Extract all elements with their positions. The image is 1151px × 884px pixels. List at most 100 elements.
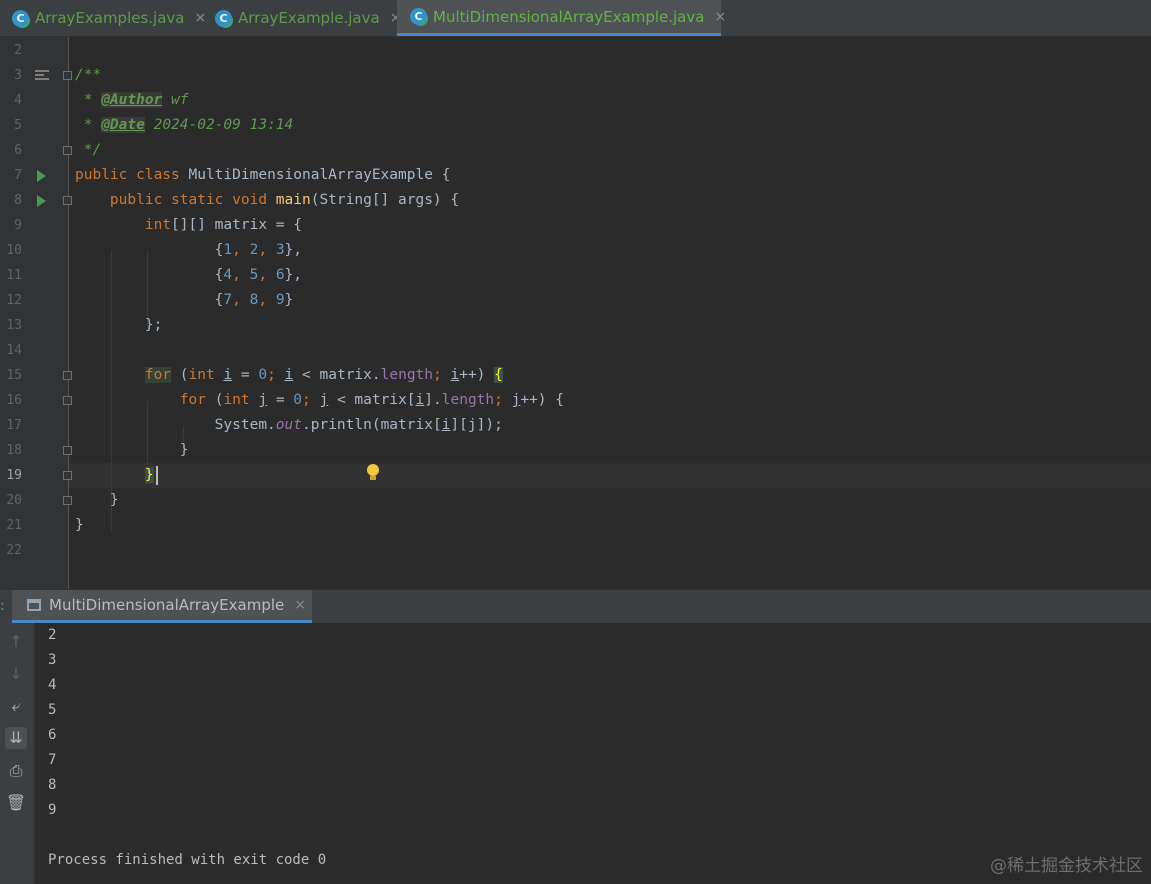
arrow-up-icon[interactable]: ↑ [5, 631, 27, 653]
line-number: 3 [14, 68, 22, 83]
keyword: public static void [75, 192, 268, 208]
run-tab[interactable]: MultiDimensionalArrayExample × [12, 590, 312, 623]
code-line-4: * @Author wf [75, 88, 189, 113]
code-line-5: * @Date 2024-02-09 13:14 [75, 113, 293, 138]
line-number: 8 [14, 193, 22, 208]
java-class-icon: C [215, 9, 232, 27]
line-number: 14 [6, 343, 22, 358]
editor-tab-bar: C ArrayExamples.java × C ArrayExample.ja… [0, 0, 1151, 37]
current-line-highlight [69, 463, 1151, 488]
lightbulb-icon[interactable] [367, 464, 380, 481]
code-text: System. [75, 417, 276, 433]
code-text: (String[] args) { [310, 192, 460, 208]
trash-icon[interactable]: 🗑 [5, 792, 27, 814]
console-output-line: 2 [48, 627, 57, 643]
tab-arrayexample[interactable]: C ArrayExample.java × [202, 0, 401, 36]
code-text: }, [284, 267, 303, 283]
rendered-doc-toggle-icon[interactable] [35, 70, 49, 82]
gutter-separator [68, 37, 69, 589]
fold-marker-icon[interactable] [63, 471, 72, 480]
watermark: @稀土掘金技术社区 [990, 856, 1143, 876]
code-text: [][] matrix = { [171, 217, 302, 233]
keyword: for [179, 392, 206, 408]
fold-marker-icon[interactable] [63, 496, 72, 505]
line-number: 17 [6, 418, 22, 433]
text-caret [156, 466, 158, 485]
run-config-icon [27, 599, 41, 611]
fold-marker-icon[interactable] [63, 371, 72, 380]
console[interactable]: ↑ ↓ ⤶ ⇊ ⎙ 🗑 2 3 4 5 6 7 8 9 Process fini… [0, 623, 1151, 884]
line-number: 13 [6, 318, 22, 333]
console-output-line: 4 [48, 677, 57, 693]
code-line-11: {4, 5, 6}, [75, 267, 303, 283]
java-class-icon: C [410, 8, 427, 25]
code-line-21: } [75, 517, 84, 533]
line-number: 20 [6, 493, 22, 508]
code-line-20: } [75, 492, 119, 508]
console-output-line: 8 [48, 777, 57, 793]
exit-message: Process finished with exit code 0 [48, 852, 327, 868]
line-number: 10 [6, 243, 22, 258]
run-main-icon[interactable] [37, 195, 46, 207]
java-class-icon: C [12, 9, 29, 27]
line-number: 4 [14, 93, 22, 108]
fold-marker-icon[interactable] [63, 396, 72, 405]
keyword: for [144, 367, 172, 383]
scroll-to-end-icon[interactable]: ⇊ [5, 727, 27, 749]
line-number: 6 [14, 143, 22, 158]
line-number: 18 [6, 443, 22, 458]
number-literal: 1 [223, 242, 233, 258]
more-icon[interactable]: : [0, 598, 5, 614]
code-text: } [284, 292, 294, 308]
arrow-down-icon[interactable]: ↓ [5, 663, 27, 685]
run-tab-label: MultiDimensionalArrayExample [49, 596, 285, 614]
console-output-line: 7 [48, 752, 57, 768]
comment-text: wf [162, 92, 189, 108]
close-icon[interactable]: × [294, 597, 306, 613]
ide-window: C ArrayExamples.java × C ArrayExample.ja… [0, 0, 1151, 884]
tab-multidimensionalarrayexample[interactable]: C MultiDimensionalArrayExample.java × [397, 0, 726, 36]
tab-arrayexamples[interactable]: C ArrayExamples.java × [0, 0, 206, 36]
line-number: 16 [6, 393, 22, 408]
code-text: { [75, 292, 224, 308]
code-area[interactable]: /** * @Author wf * @Date 2024-02-09 13:1… [75, 37, 564, 533]
code-line-13: }; [75, 317, 163, 333]
code-line-3: /** [75, 67, 102, 83]
fold-marker-icon[interactable] [63, 71, 72, 80]
code-editor[interactable]: 2 3 4 5 6 7 8 9 10 11 12 13 14 15 16 17 … [0, 37, 1151, 589]
number-literal: 7 [223, 292, 233, 308]
comment-text: 2024-02-09 13:14 [144, 117, 294, 133]
method-name: main [275, 192, 311, 208]
run-tool-window-header: : MultiDimensionalArrayExample × [0, 589, 1151, 623]
code-line-12: {7, 8, 9} [75, 292, 294, 308]
number-literal: 9 [275, 292, 285, 308]
code-text: { [75, 242, 224, 258]
close-icon[interactable]: × [714, 9, 726, 25]
fold-marker-icon[interactable] [63, 446, 72, 455]
code-text: MultiDimensionalArrayExample { [179, 167, 451, 183]
console-output-line: 6 [48, 727, 57, 743]
code-line-8: public static void main(String[] args) { [75, 188, 459, 213]
number-literal: 6 [275, 267, 285, 283]
fold-marker-icon[interactable] [63, 146, 72, 155]
code-line-6: */ [75, 142, 102, 158]
code-line-17: System.out.println(matrix[i][j]); [75, 413, 503, 438]
line-number: 15 [6, 368, 22, 383]
matched-brace: } [144, 467, 154, 483]
keyword: public class [75, 167, 180, 183]
line-number: 5 [14, 118, 22, 133]
code-line-10: {1, 2, 3}, [75, 242, 303, 258]
code-text: .println(matrix[ [302, 417, 442, 433]
run-class-icon[interactable] [37, 170, 46, 182]
console-output-line: 3 [48, 652, 57, 668]
tab-label: ArrayExample.java [238, 9, 380, 27]
line-number: 11 [6, 268, 22, 283]
javadoc-tag: @Author [101, 92, 163, 108]
number-literal: 3 [275, 242, 285, 258]
code-line-18: } [75, 442, 189, 458]
number-literal: 4 [223, 267, 233, 283]
print-icon[interactable]: ⎙ [5, 760, 27, 782]
soft-wrap-icon[interactable]: ⤶ [5, 695, 27, 717]
fold-marker-icon[interactable] [63, 196, 72, 205]
line-number: 7 [14, 168, 22, 183]
